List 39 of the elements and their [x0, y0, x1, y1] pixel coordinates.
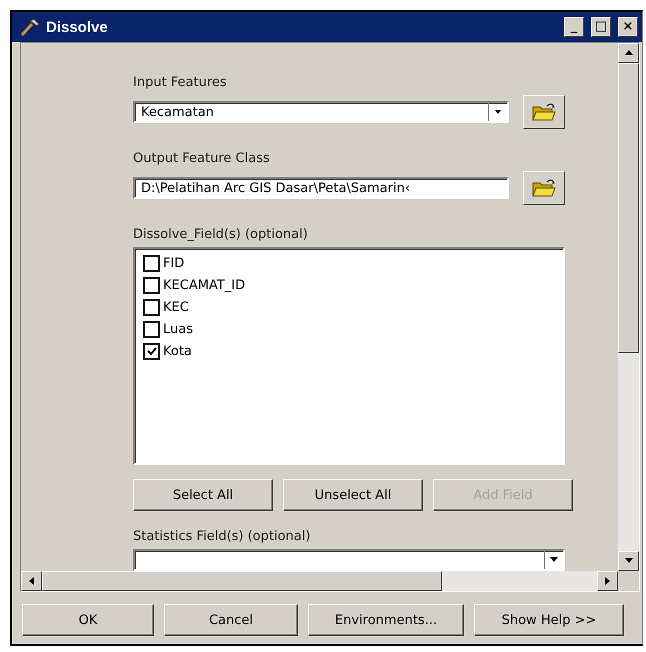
- vertical-scrollbar[interactable]: [618, 43, 639, 571]
- arrow-left-icon: [26, 576, 36, 586]
- browse-button[interactable]: [523, 171, 565, 205]
- field-label: Output Feature Class: [133, 151, 271, 166]
- browse-button[interactable]: [523, 95, 565, 129]
- statistics-field[interactable]: [133, 549, 565, 571]
- output-feature-class-field[interactable]: D:\Pelatihan Arc GIS Dasar\Peta\Samarin‹: [133, 177, 509, 199]
- dialog-button[interactable]: OK: [22, 604, 154, 636]
- check-icon: [146, 346, 157, 357]
- list-action-button[interactable]: Select All: [133, 479, 273, 511]
- dialog-button[interactable]: Show Help >>: [474, 604, 624, 636]
- hammer-icon: [20, 18, 40, 36]
- list-action-button[interactable]: Unselect All: [283, 479, 423, 511]
- checkbox-label: FID: [163, 256, 184, 271]
- close-button[interactable]: ×: [618, 17, 638, 37]
- field-label: Statistics Field(s) (optional): [133, 529, 312, 544]
- arrow-up-icon: [624, 48, 634, 58]
- checkbox[interactable]: [143, 277, 160, 294]
- dialog-button[interactable]: Cancel: [164, 604, 298, 636]
- maximize-button[interactable]: □: [591, 17, 611, 37]
- window-title: Dissolve: [46, 18, 109, 36]
- field-label: Input Features: [133, 75, 228, 90]
- checkbox-label: Luas: [163, 322, 193, 337]
- dialog-button[interactable]: Environments...: [308, 604, 464, 636]
- checkbox-label: KEC: [163, 300, 189, 315]
- minimize-button[interactable]: _: [564, 17, 584, 37]
- checkbox[interactable]: [143, 321, 160, 338]
- field-label: Dissolve_Field(s) (optional): [133, 227, 309, 242]
- checkbox-label: KECAMAT_ID: [163, 278, 246, 293]
- input-features-field[interactable]: Kecamatan: [133, 101, 509, 123]
- arrow-right-icon: [602, 576, 612, 586]
- checkbox-label: Kota: [163, 344, 192, 359]
- checkbox[interactable]: [143, 255, 160, 272]
- checkbox[interactable]: [143, 299, 160, 316]
- checkbox[interactable]: [143, 343, 160, 360]
- dropdown-icon: [495, 110, 501, 114]
- horizontal-scrollbar[interactable]: [21, 571, 618, 591]
- folder-icon: [532, 103, 556, 121]
- folder-icon: [532, 179, 556, 197]
